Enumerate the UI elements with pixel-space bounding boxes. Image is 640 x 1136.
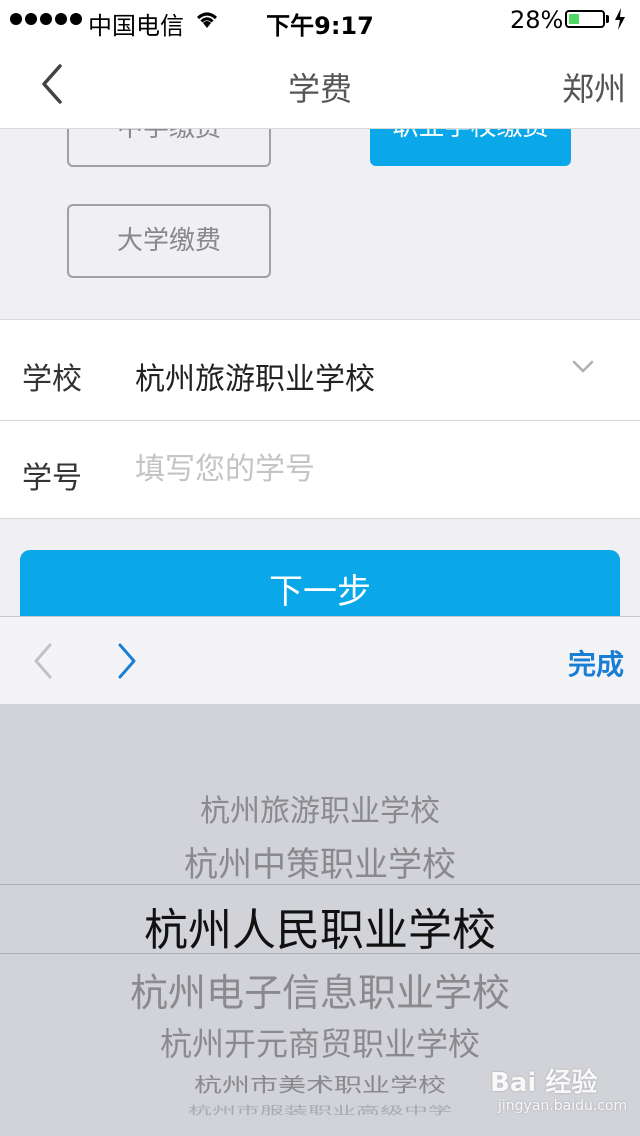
battery-cap xyxy=(606,15,609,23)
school-value[interactable]: 杭州旅游职业学校 xyxy=(135,354,375,398)
picker-option[interactable]: 杭州旅游职业学校 xyxy=(0,786,640,830)
navigation-bar: 学费 郑州 xyxy=(0,40,640,129)
picker-option[interactable]: 杭州开元商贸职业学校 xyxy=(0,1019,640,1065)
school-select-row[interactable]: 学校 杭州旅游职业学校 xyxy=(0,319,640,421)
input-accessory-toolbar: 完成 xyxy=(0,616,640,705)
charging-bolt-icon xyxy=(615,8,625,30)
picker-option[interactable]: 杭州电子信息职业学校 xyxy=(0,962,640,1017)
chevron-down-icon[interactable] xyxy=(572,360,594,374)
watermark-url: jingyan.baidu.com xyxy=(498,1098,628,1114)
previous-field-icon[interactable] xyxy=(28,639,58,683)
payment-type-section: 中学缴费 职业学校缴费 大学缴费 xyxy=(0,129,640,319)
battery-percent: 28% xyxy=(510,6,564,34)
school-label: 学校 xyxy=(22,362,82,397)
status-bar: 中国电信 下午9:17 28% xyxy=(0,0,640,40)
battery-icon xyxy=(565,10,605,28)
watermark-brand: Bai 经验 xyxy=(490,1068,598,1098)
page-title: 学费 xyxy=(287,70,352,108)
student-id-input[interactable] xyxy=(135,447,605,491)
student-id-row: 学号 xyxy=(0,421,640,519)
student-id-label: 学号 xyxy=(22,461,82,496)
university-payment-button[interactable]: 大学缴费 xyxy=(67,204,271,278)
picker-option-selected[interactable]: 杭州人民职业学校 xyxy=(0,894,640,958)
city-selector[interactable]: 郑州 xyxy=(562,64,626,110)
middle-school-payment-button[interactable]: 中学缴费 xyxy=(67,129,271,167)
picker-option[interactable]: 杭州中策职业学校 xyxy=(0,837,640,886)
baidu-jingyan-watermark: Bai 经验 jingyan.baidu.com xyxy=(490,1062,630,1126)
next-field-icon[interactable] xyxy=(112,639,142,683)
vocational-school-payment-button[interactable]: 职业学校缴费 xyxy=(370,129,571,166)
done-button[interactable]: 完成 xyxy=(568,643,624,683)
